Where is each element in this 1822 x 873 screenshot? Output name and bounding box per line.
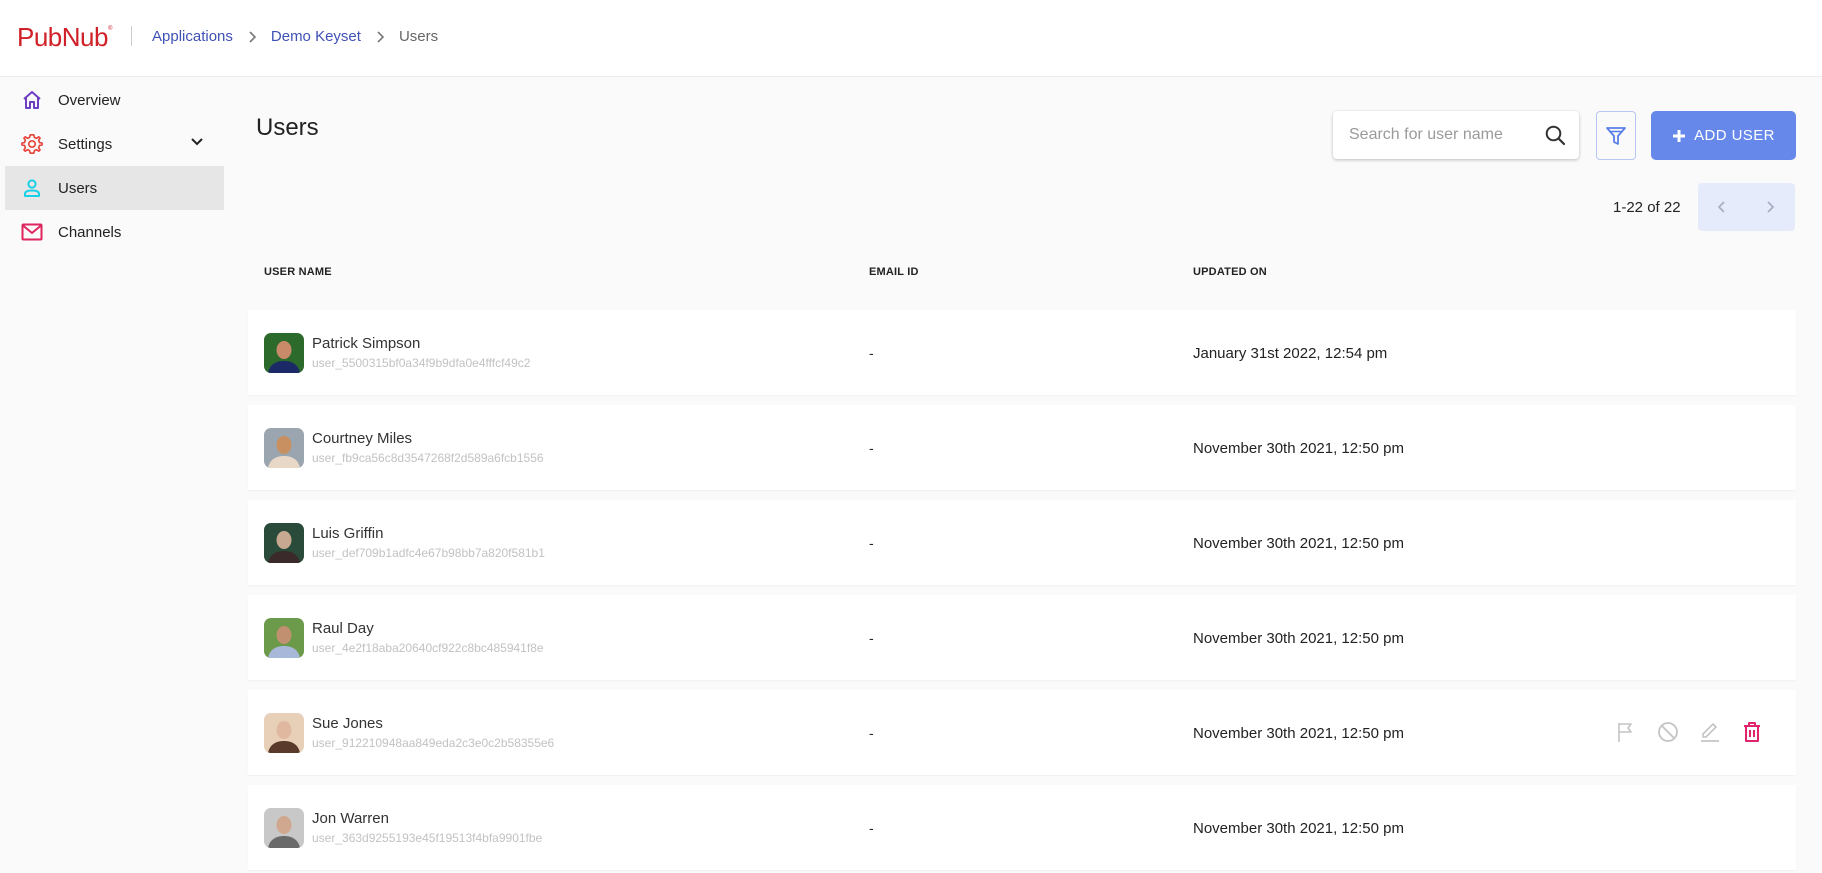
- search-icon[interactable]: [1544, 124, 1566, 151]
- table-row[interactable]: Jon Warren user_363d9255193e45f19513f4bf…: [248, 785, 1796, 870]
- sidebar-item-channels[interactable]: Channels: [5, 210, 224, 254]
- breadcrumb-applications[interactable]: Applications: [152, 28, 233, 45]
- filter-button[interactable]: [1596, 111, 1636, 160]
- column-header-email-id[interactable]: EMAIL ID: [869, 266, 919, 278]
- mail-icon: [21, 221, 43, 243]
- chevron-down-icon[interactable]: [190, 135, 204, 153]
- sidebar-item-label: Settings: [58, 135, 113, 153]
- trash-icon: [1742, 721, 1762, 743]
- block-icon: [1657, 721, 1679, 743]
- user-email: -: [869, 440, 874, 456]
- user-updated-on: November 30th 2021, 12:50 pm: [1193, 630, 1404, 647]
- user-email: -: [869, 820, 874, 836]
- user-updated-on: November 30th 2021, 12:50 pm: [1193, 440, 1404, 457]
- top-bar: PubNub® Applications Demo Keyset Users: [0, 0, 1822, 77]
- gear-icon: [21, 133, 43, 155]
- avatar: [264, 333, 304, 373]
- add-user-label: ADD USER: [1694, 127, 1775, 144]
- avatar: [264, 713, 304, 753]
- sidebar-item-users[interactable]: Users: [5, 166, 224, 210]
- user-icon: [21, 177, 43, 199]
- table-row[interactable]: Patrick Simpson user_5500315bf0a34f9b9df…: [248, 310, 1796, 395]
- header-divider: [131, 26, 132, 46]
- logo-text: PubNub: [17, 22, 108, 52]
- chevron-right-icon: [375, 30, 385, 43]
- edit-button[interactable]: [1698, 720, 1722, 744]
- avatar: [264, 523, 304, 563]
- user-name[interactable]: Raul Day: [312, 620, 374, 637]
- avatar: [264, 428, 304, 468]
- avatar: [264, 808, 304, 848]
- search-input[interactable]: [1349, 126, 1539, 144]
- user-id: user_363d9255193e45f19513f4bfa9901fbe: [312, 831, 543, 845]
- pagination-count: 1-22 of 22: [1613, 199, 1681, 216]
- sidebar-item-label: Users: [58, 179, 98, 197]
- user-id: user_912210948aa849eda2c3e0c2b58355e6: [312, 736, 555, 750]
- user-id: user_5500315bf0a34f9b9dfa0e4fffcf49c2: [312, 356, 531, 370]
- trash-button[interactable]: [1740, 720, 1764, 744]
- chevron-right-icon: [1765, 200, 1775, 214]
- page-title: Users: [256, 114, 319, 141]
- search-box: [1333, 111, 1579, 159]
- user-updated-on: January 31st 2022, 12:54 pm: [1193, 345, 1388, 362]
- table-row[interactable]: Courtney Miles user_fb9ca56c8d3547268f2d…: [248, 405, 1796, 490]
- user-name[interactable]: Luis Griffin: [312, 525, 383, 542]
- breadcrumb-demo-keyset[interactable]: Demo Keyset: [271, 28, 361, 45]
- chevron-left-icon: [1717, 200, 1727, 214]
- sidebar-item-label: Overview: [58, 91, 121, 109]
- avatar: [264, 618, 304, 658]
- pubnub-logo[interactable]: PubNub®: [17, 22, 112, 53]
- user-id: user_4e2f18aba20640cf922c8bc485941f8e: [312, 641, 544, 655]
- user-id: user_def709b1adfc4e67b98bb7a820f581b1: [312, 546, 545, 560]
- user-updated-on: November 30th 2021, 12:50 pm: [1193, 535, 1404, 552]
- sidebar: Overview Settings Users Channels: [0, 78, 224, 254]
- table-row[interactable]: Raul Day user_4e2f18aba20640cf922c8bc485…: [248, 595, 1796, 680]
- row-actions: [1614, 720, 1764, 744]
- user-email: -: [869, 725, 874, 741]
- block-button[interactable]: [1656, 720, 1680, 744]
- column-header-updated-on[interactable]: UPDATED ON: [1193, 266, 1267, 278]
- flag-button[interactable]: [1614, 720, 1638, 744]
- user-name[interactable]: Courtney Miles: [312, 430, 412, 447]
- edit-icon: [1699, 721, 1721, 743]
- user-name[interactable]: Patrick Simpson: [312, 335, 420, 352]
- plus-icon: [1672, 129, 1686, 143]
- users-table-body: Patrick Simpson user_5500315bf0a34f9b9df…: [248, 310, 1796, 873]
- user-id: user_fb9ca56c8d3547268f2d589a6fcb1556: [312, 451, 544, 465]
- column-header-user-name[interactable]: USER NAME: [264, 266, 332, 278]
- home-icon: [21, 89, 43, 111]
- prev-page-button[interactable]: [1698, 183, 1746, 231]
- breadcrumb-users: Users: [398, 28, 439, 45]
- add-user-button[interactable]: ADD USER: [1651, 111, 1796, 160]
- user-email: -: [869, 630, 874, 646]
- sidebar-item-settings[interactable]: Settings: [5, 122, 224, 166]
- user-email: -: [869, 535, 874, 551]
- next-page-button[interactable]: [1746, 183, 1794, 231]
- pagination-controls: [1698, 183, 1795, 231]
- chevron-right-icon: [247, 30, 257, 43]
- table-row[interactable]: Sue Jones user_912210948aa849eda2c3e0c2b…: [248, 690, 1796, 775]
- user-email: -: [869, 345, 874, 361]
- user-updated-on: November 30th 2021, 12:50 pm: [1193, 820, 1404, 837]
- sidebar-item-label: Channels: [58, 223, 122, 241]
- user-name[interactable]: Jon Warren: [312, 810, 389, 827]
- breadcrumb: Applications Demo Keyset Users: [152, 28, 438, 45]
- user-name[interactable]: Sue Jones: [312, 715, 383, 732]
- table-row[interactable]: Luis Griffin user_def709b1adfc4e67b98bb7…: [248, 500, 1796, 585]
- user-updated-on: November 30th 2021, 12:50 pm: [1193, 725, 1404, 742]
- filter-icon: [1605, 125, 1627, 147]
- flag-icon: [1616, 721, 1636, 743]
- sidebar-item-overview[interactable]: Overview: [5, 78, 224, 122]
